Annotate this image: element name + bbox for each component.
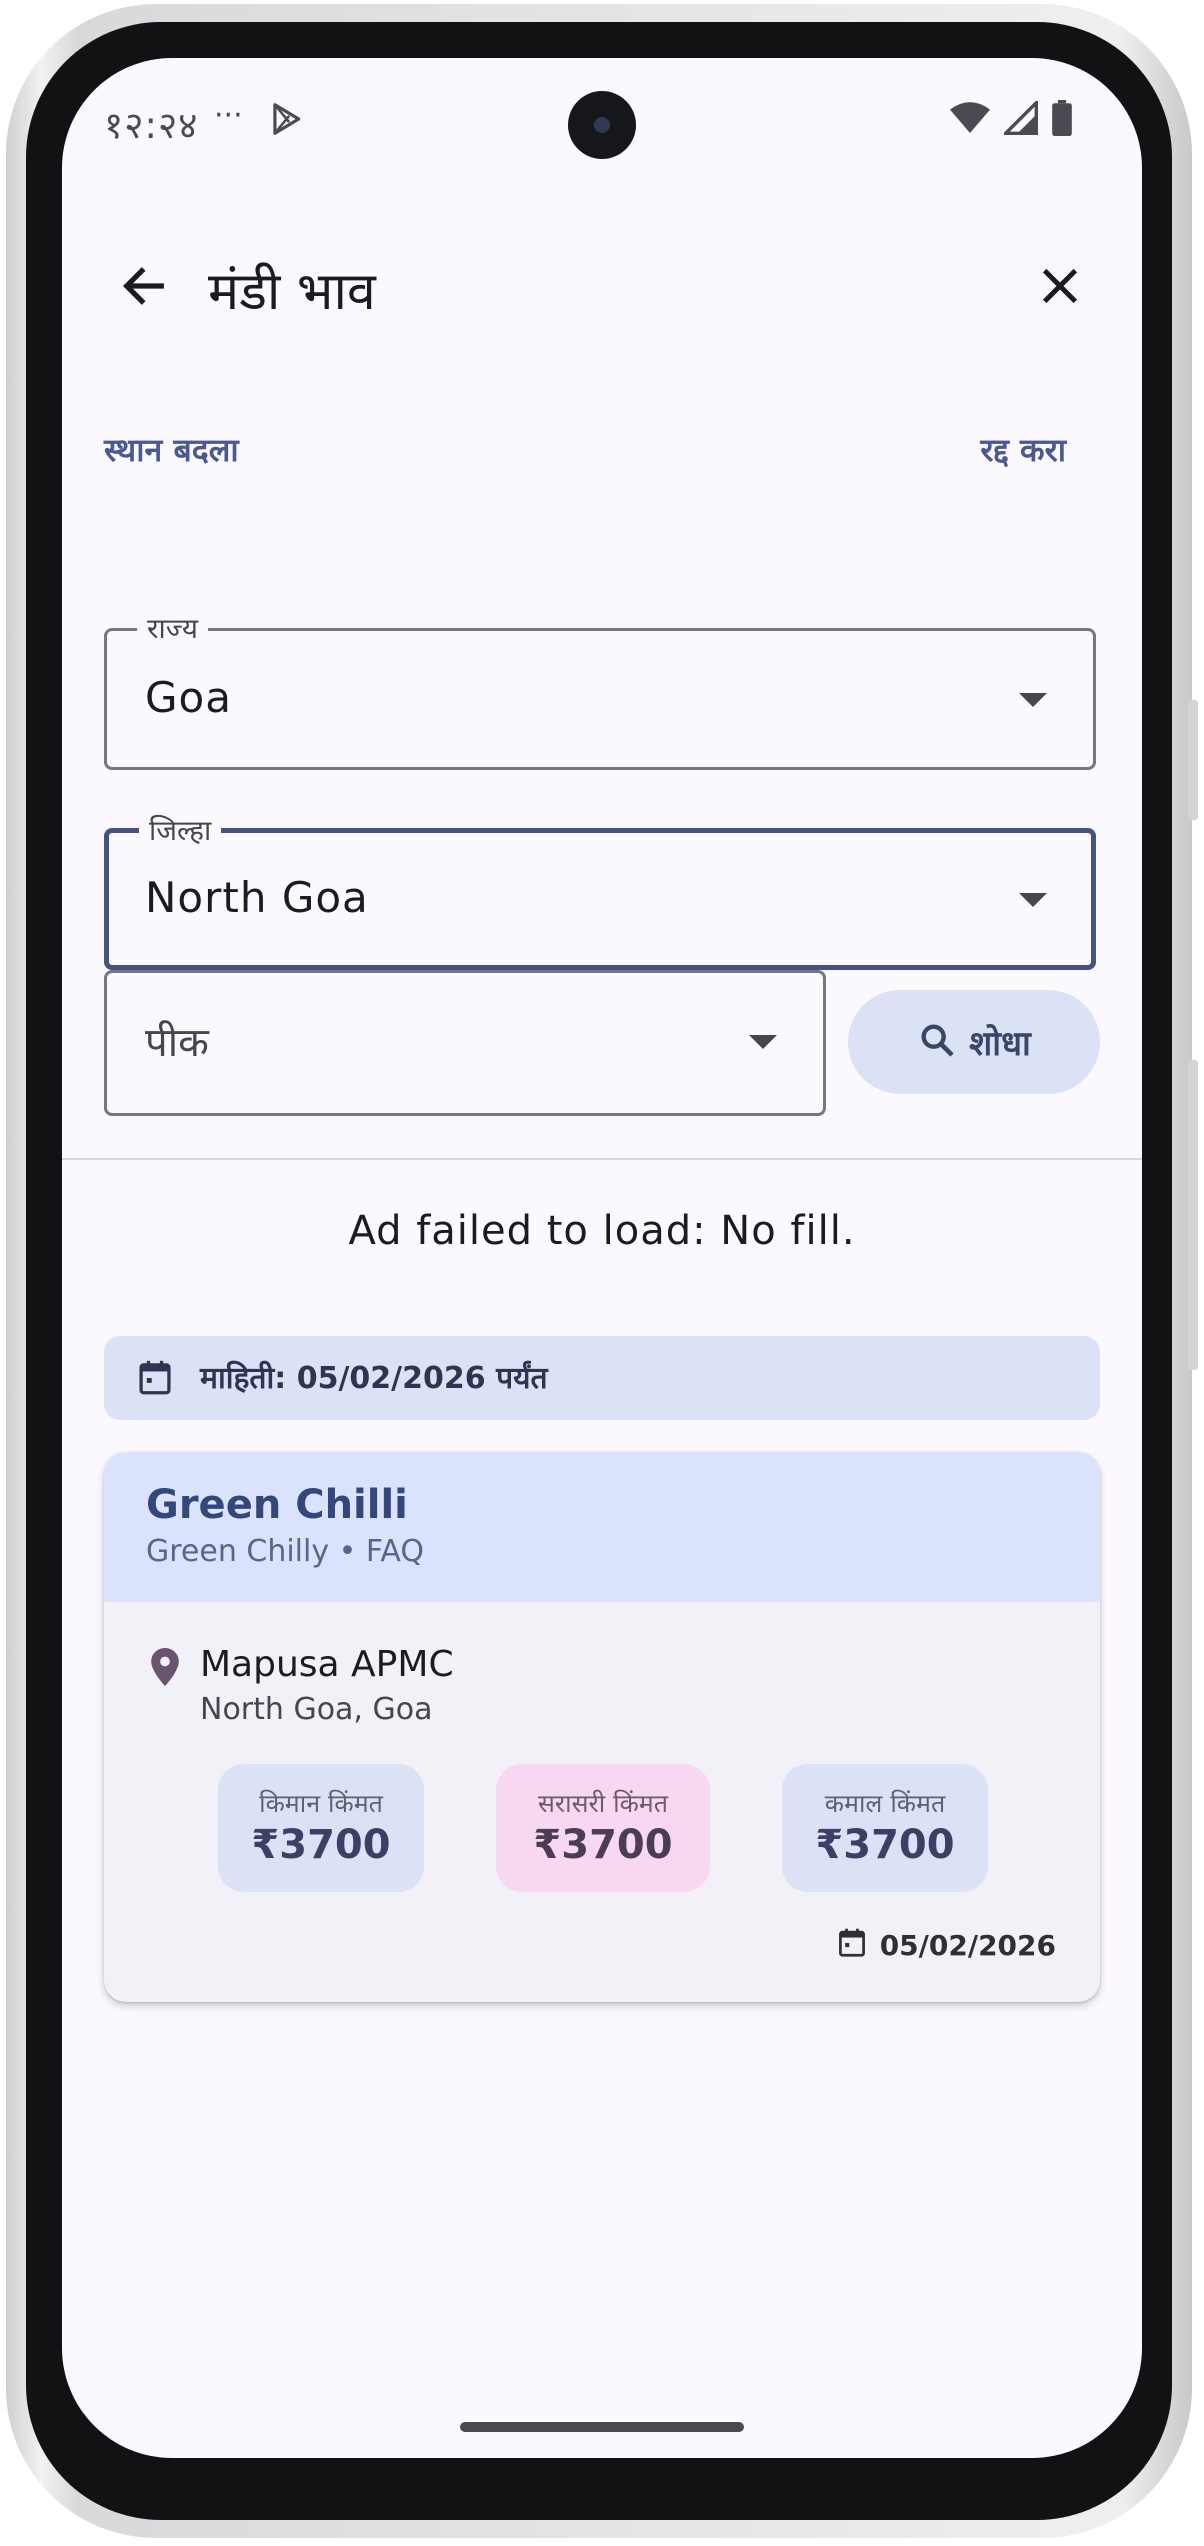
- ad-message: Ad failed to load: No fill.: [348, 1208, 856, 1254]
- modal-price-value: ₹3700: [533, 1822, 673, 1868]
- page-title: मंडी भाव: [208, 262, 376, 322]
- state-dropdown[interactable]: राज्य Goa: [104, 609, 1096, 770]
- max-price-box: कमाल किंमत ₹3700: [782, 1764, 988, 1892]
- district-dropdown[interactable]: जिल्हा North Goa: [104, 811, 1096, 970]
- max-price-value: ₹3700: [815, 1822, 955, 1868]
- price-card[interactable]: Green Chilli Green Chilly • FAQ Mapusa A…: [104, 1452, 1100, 2002]
- calendar-icon: [838, 1928, 866, 1962]
- close-button[interactable]: [1020, 248, 1100, 328]
- market-location: North Goa, Goa: [200, 1692, 433, 1727]
- location-pin-icon: [150, 1648, 180, 1690]
- front-camera: [568, 91, 636, 159]
- divider: [62, 1158, 1142, 1160]
- arrow-back-icon: [118, 260, 170, 316]
- power-button: [1188, 700, 1198, 820]
- crop-dropdown[interactable]: पीक: [104, 970, 826, 1116]
- dropdown-arrow-icon: [1019, 693, 1047, 707]
- signal-icon: [1001, 98, 1038, 139]
- district-value: North Goa: [145, 873, 369, 922]
- search-label: शोधा: [969, 1024, 1031, 1064]
- card-date-text: 05/02/2026: [879, 1928, 1056, 1962]
- max-price-label: कमाल किंमत: [824, 1789, 946, 1818]
- modal-price-label: सरासरी किंमत: [537, 1789, 669, 1818]
- change-location-button[interactable]: स्थान बदला: [104, 428, 239, 471]
- cancel-button[interactable]: रद्द करा: [980, 428, 1066, 471]
- close-icon: [1037, 263, 1083, 313]
- modal-price-box: सरासरी किंमत ₹3700: [496, 1764, 710, 1892]
- crop-placeholder: पीक: [145, 1020, 209, 1066]
- min-price-label: किमान किंमत: [259, 1789, 383, 1818]
- status-time: १२:२४: [104, 104, 199, 147]
- wifi-icon: [950, 101, 990, 139]
- screen: १२:२४ ··· मंडी भाव स्थान बदला रद्द करा र…: [62, 58, 1142, 2458]
- search-icon: [917, 1020, 957, 1064]
- min-price-value: ₹3700: [251, 1822, 391, 1868]
- district-label: जिल्हा: [139, 811, 222, 849]
- status-icons: [950, 98, 1072, 140]
- data-date-text: माहिती: 05/02/2026 पर्यंत: [200, 1361, 548, 1396]
- dropdown-arrow-icon: [749, 1035, 777, 1049]
- status-dots: ···: [214, 98, 243, 133]
- crop-name: Green Chilli: [146, 1482, 408, 1528]
- play-store-icon: [267, 100, 305, 142]
- dropdown-arrow-icon: [1019, 893, 1047, 907]
- card-header: Green Chilli Green Chilly • FAQ: [104, 1452, 1100, 1602]
- back-button[interactable]: [104, 248, 184, 328]
- home-indicator[interactable]: [460, 2422, 744, 2432]
- state-value: Goa: [145, 673, 232, 722]
- market-name: Mapusa APMC: [200, 1644, 454, 1685]
- top-app-bar: मंडी भाव: [62, 228, 1142, 348]
- search-button[interactable]: शोधा: [848, 990, 1100, 1094]
- calendar-icon: [138, 1360, 172, 1400]
- battery-icon: [1052, 100, 1072, 140]
- state-label: राज्य: [137, 609, 208, 647]
- status-bar: १२:२४ ···: [62, 58, 1142, 178]
- volume-button: [1188, 1060, 1198, 1370]
- data-date-chip: माहिती: 05/02/2026 पर्यंत: [104, 1336, 1100, 1420]
- card-date: 05/02/2026: [838, 1928, 1056, 1962]
- crop-variety: Green Chilly • FAQ: [146, 1534, 424, 1569]
- min-price-box: किमान किंमत ₹3700: [218, 1764, 424, 1892]
